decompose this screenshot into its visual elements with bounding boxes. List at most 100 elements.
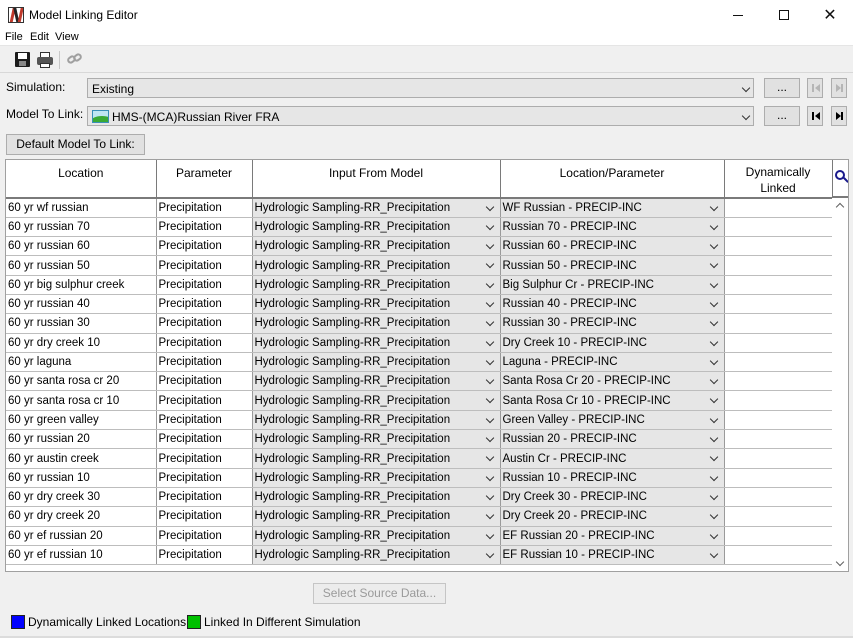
- vertical-scrollbar[interactable]: [832, 198, 848, 571]
- location-parameter-select[interactable]: Laguna - PRECIP-INC: [500, 352, 725, 373]
- table-row[interactable]: 60 yr russian 40 Precipitation Hydrologic …: [6, 294, 833, 315]
- maximize-button[interactable]: [761, 0, 807, 30]
- table-row[interactable]: 60 yr russian 60 Precipitation Hydrologic …: [6, 236, 833, 257]
- location-parameter-select[interactable]: EF Russian 10 - PRECIP-INC: [500, 545, 725, 566]
- table-row[interactable]: 60 yr austin creek Precipitation Hydrologi…: [6, 448, 833, 469]
- minimize-button[interactable]: [715, 0, 761, 30]
- table-row[interactable]: 60 yr santa rosa cr 10 Precipitation Hydro…: [6, 390, 833, 411]
- input-from-model-select[interactable]: Hydrologic Sampling-RR_Precipitation: [252, 448, 501, 469]
- location-parameter-select[interactable]: Dry Creek 10 - PRECIP-INC: [500, 333, 725, 353]
- menu-edit[interactable]: Edit: [30, 31, 49, 43]
- legend-linked-different: Linked In Different Simulation: [204, 615, 361, 629]
- location-parameter-select[interactable]: Russian 30 - PRECIP-INC: [500, 313, 725, 334]
- location-parameter-select[interactable]: Austin Cr - PRECIP-INC: [500, 448, 725, 469]
- input-from-model-select[interactable]: Hydrologic Sampling-RR_Precipitation: [252, 294, 501, 315]
- menu-bar: File Edit View: [0, 30, 853, 46]
- model-next-button[interactable]: [831, 106, 847, 126]
- table-row[interactable]: 60 yr ef russian 20 Precipitation Hydrolog…: [6, 526, 833, 546]
- input-from-model-select[interactable]: Hydrologic Sampling-RR_Precipitation: [252, 390, 501, 411]
- table-row[interactable]: 60 yr dry creek 10 Precipitation Hydrologi…: [6, 333, 833, 353]
- dynamically-linked-cell: [724, 294, 833, 315]
- input-from-model-select[interactable]: Hydrologic Sampling-RR_Precipitation: [252, 487, 501, 508]
- model-prev-button[interactable]: [807, 106, 823, 126]
- table-row[interactable]: 60 yr russian 10 Precipitation Hydrologic …: [6, 468, 833, 488]
- col-dynamically-linked[interactable]: Dynamically Linked: [724, 160, 833, 199]
- dynamically-linked-cell: [724, 390, 833, 411]
- model-browse-button[interactable]: ...: [764, 106, 800, 126]
- model-to-link-select[interactable]: HMS-(MCA)Russian River FRA: [87, 106, 754, 126]
- simulation-select[interactable]: Existing: [87, 78, 754, 98]
- input-from-model-select[interactable]: Hydrologic Sampling-RR_Precipitation: [252, 506, 501, 527]
- table-row[interactable]: 60 yr russian 20 Precipitation Hydrologic …: [6, 429, 833, 450]
- scroll-down-icon[interactable]: [835, 557, 845, 567]
- input-from-model-select[interactable]: Hydrologic Sampling-RR_Precipitation: [252, 526, 501, 546]
- col-location[interactable]: Location: [6, 160, 157, 199]
- input-from-model-select[interactable]: Hydrologic Sampling-RR_Precipitation: [252, 313, 501, 334]
- location-parameter-select[interactable]: Dry Creek 30 - PRECIP-INC: [500, 487, 725, 508]
- location-cell: 60 yr russian 60: [6, 236, 157, 257]
- table-row[interactable]: 60 yr russian 50 Precipitation Hydrologic …: [6, 255, 833, 276]
- menu-view[interactable]: View: [55, 31, 79, 43]
- table-row[interactable]: 60 yr dry creek 20 Precipitation Hydrologi…: [6, 506, 833, 527]
- col-parameter[interactable]: Parameter: [156, 160, 253, 199]
- location-parameter-select[interactable]: Santa Rosa Cr 20 - PRECIP-INC: [500, 371, 725, 392]
- close-button[interactable]: ✕: [807, 0, 853, 30]
- dynamically-linked-cell: [724, 333, 833, 353]
- table-row[interactable]: 60 yr santa rosa cr 20 Precipitation Hydro…: [6, 371, 833, 392]
- simulation-next-button[interactable]: [831, 78, 847, 98]
- hms-model-icon: [92, 110, 109, 123]
- input-from-model-select[interactable]: Hydrologic Sampling-RR_Precipitation: [252, 545, 501, 566]
- scroll-up-icon[interactable]: [835, 202, 845, 212]
- location-parameter-select[interactable]: Big Sulphur Cr - PRECIP-INC: [500, 275, 725, 295]
- input-from-model-select[interactable]: Hydrologic Sampling-RR_Precipitation: [252, 198, 501, 218]
- location-parameter-select[interactable]: Russian 70 - PRECIP-INC: [500, 217, 725, 238]
- save-icon[interactable]: [14, 51, 32, 69]
- input-from-model-select[interactable]: Hydrologic Sampling-RR_Precipitation: [252, 217, 501, 238]
- location-cell: 60 yr dry creek 30: [6, 487, 157, 508]
- location-parameter-select[interactable]: Russian 40 - PRECIP-INC: [500, 294, 725, 315]
- select-source-data-button[interactable]: Select Source Data...: [313, 583, 446, 604]
- table-row[interactable]: 60 yr green valley Precipitation Hydrologi…: [6, 410, 833, 431]
- location-parameter-select[interactable]: Russian 20 - PRECIP-INC: [500, 429, 725, 450]
- dynamically-linked-cell: [724, 313, 833, 334]
- table-search-button[interactable]: [832, 160, 848, 198]
- simulation-prev-button[interactable]: [807, 78, 823, 98]
- table-row[interactable]: 60 yr wf russian Precipitation Hydrologic …: [6, 198, 833, 218]
- input-from-model-select[interactable]: Hydrologic Sampling-RR_Precipitation: [252, 236, 501, 257]
- table-row[interactable]: 60 yr ef russian 10 Precipitation Hydrolog…: [6, 545, 833, 566]
- location-cell: 60 yr dry creek 20: [6, 506, 157, 527]
- col-location-parameter[interactable]: Location/Parameter: [500, 160, 725, 199]
- input-from-model-select[interactable]: Hydrologic Sampling-RR_Precipitation: [252, 468, 501, 488]
- input-from-model-select[interactable]: Hydrologic Sampling-RR_Precipitation: [252, 275, 501, 295]
- default-model-button[interactable]: Default Model To Link:: [6, 134, 145, 155]
- input-from-model-select[interactable]: Hydrologic Sampling-RR_Precipitation: [252, 410, 501, 431]
- simulation-browse-button[interactable]: ...: [764, 78, 800, 98]
- location-parameter-select[interactable]: EF Russian 20 - PRECIP-INC: [500, 526, 725, 546]
- input-from-model-select[interactable]: Hydrologic Sampling-RR_Precipitation: [252, 352, 501, 373]
- print-icon[interactable]: [36, 51, 54, 69]
- input-from-model-select[interactable]: Hydrologic Sampling-RR_Precipitation: [252, 333, 501, 353]
- location-parameter-select[interactable]: Dry Creek 20 - PRECIP-INC: [500, 506, 725, 527]
- menu-file[interactable]: File: [5, 31, 23, 43]
- location-parameter-select[interactable]: Russian 60 - PRECIP-INC: [500, 236, 725, 257]
- input-from-model-select[interactable]: Hydrologic Sampling-RR_Precipitation: [252, 429, 501, 450]
- table-row[interactable]: 60 yr dry creek 30 Precipitation Hydrologi…: [6, 487, 833, 508]
- col-input-from-model[interactable]: Input From Model: [252, 160, 501, 199]
- location-cell: 60 yr russian 30: [6, 313, 157, 334]
- input-from-model-select[interactable]: Hydrologic Sampling-RR_Precipitation: [252, 255, 501, 276]
- location-parameter-select[interactable]: Santa Rosa Cr 10 - PRECIP-INC: [500, 390, 725, 411]
- location-parameter-select[interactable]: Green Valley - PRECIP-INC: [500, 410, 725, 431]
- model-to-link-label: Model To Link:: [6, 107, 84, 121]
- table-row[interactable]: 60 yr laguna Precipitation Hydrologic Samp…: [6, 352, 833, 373]
- linking-table: Location Parameter Input From Model Loca…: [5, 159, 849, 572]
- table-row[interactable]: 60 yr big sulphur creek Precipitation Hydr…: [6, 275, 833, 295]
- toolbar-separator: [59, 51, 60, 69]
- location-parameter-select[interactable]: WF Russian - PRECIP-INC: [500, 198, 725, 218]
- table-row[interactable]: 60 yr russian 70 Precipitation Hydrologic …: [6, 217, 833, 238]
- location-parameter-select[interactable]: Russian 50 - PRECIP-INC: [500, 255, 725, 276]
- location-parameter-select[interactable]: Russian 10 - PRECIP-INC: [500, 468, 725, 488]
- parameter-cell: Precipitation: [156, 294, 253, 315]
- location-cell: 60 yr santa rosa cr 20: [6, 371, 157, 392]
- table-row[interactable]: 60 yr russian 30 Precipitation Hydrologic …: [6, 313, 833, 334]
- input-from-model-select[interactable]: Hydrologic Sampling-RR_Precipitation: [252, 371, 501, 392]
